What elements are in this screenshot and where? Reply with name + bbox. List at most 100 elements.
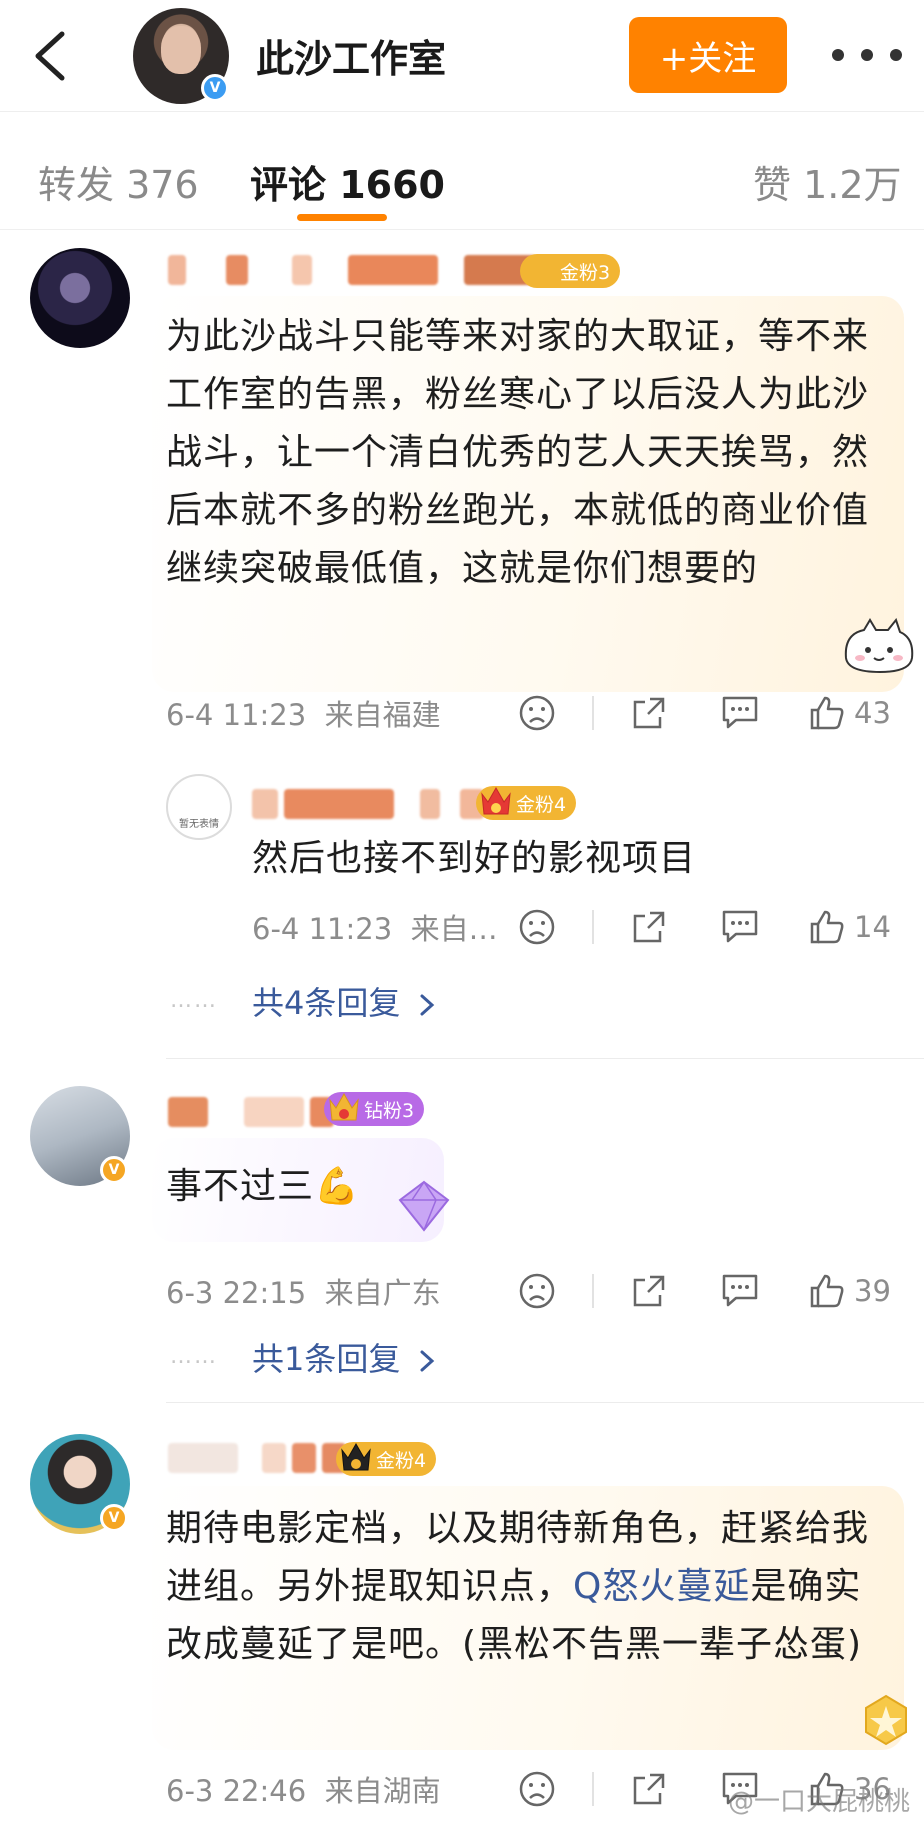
reply-dots: …… <box>170 988 218 1013</box>
separator <box>592 1274 594 1308</box>
share-button[interactable] <box>630 902 668 952</box>
account-name[interactable]: 此沙工作室 <box>256 28 446 83</box>
avatar-placeholder-text: 暂无表情 <box>179 819 219 830</box>
tab-bar: 转发 376 评论 1660 赞 1.2万 <box>0 112 924 230</box>
verified-icon: V <box>201 74 229 102</box>
sub-reply-avatar[interactable]: 暂无表情 <box>166 774 232 840</box>
fan-badge-label: 金粉4 <box>516 793 567 816</box>
comment-item: 金粉3 为此沙战斗只能等来对家的大取证，等不来工作室的告黑，粉丝寒心了以后没人为… <box>0 230 924 1059</box>
share-button[interactable] <box>630 688 668 738</box>
active-tab-indicator <box>297 214 387 221</box>
avatar-face <box>161 26 201 74</box>
comment-text: 为此沙战斗只能等来对家的大取证，等不来工作室的告黑，粉丝寒心了以后没人为此沙战斗… <box>166 316 870 589</box>
blur-block <box>420 789 440 819</box>
more-options-icon[interactable] <box>832 40 902 70</box>
chevron-right-icon <box>420 994 434 1016</box>
fan-badge-label: 钻粉3 <box>364 1099 415 1122</box>
dislike-button[interactable] <box>518 902 556 952</box>
crown-icon <box>329 1092 359 1121</box>
blur-block <box>168 255 186 285</box>
like-count: 14 <box>854 910 891 944</box>
share-icon <box>633 911 665 943</box>
share-icon <box>633 1275 665 1307</box>
view-replies-label: 共1条回复 <box>252 1340 401 1378</box>
blur-block <box>292 255 312 285</box>
comment-text: 期待电影定档，以及期待新角色，赶紧给我进组。另外提取知识点，Q怒火蔓延是确实改成… <box>166 1500 894 1674</box>
blur-block <box>348 255 438 285</box>
tab-comments[interactable]: 评论 1660 <box>250 154 445 209</box>
dislike-button[interactable] <box>518 1266 556 1316</box>
fan-badge-label: 金粉3 <box>560 261 611 284</box>
star-sticker-icon <box>865 1694 907 1746</box>
commenter-avatar[interactable]: V <box>30 1086 130 1186</box>
commenter-name-blurred[interactable] <box>168 1094 334 1130</box>
tab-likes[interactable]: 赞 1.2万 <box>753 154 902 209</box>
thumbs-up-icon <box>810 1274 844 1308</box>
comment-bubble-icon <box>722 696 758 729</box>
reply-button[interactable] <box>720 688 760 738</box>
back-button[interactable] <box>30 28 80 84</box>
blur-block <box>252 789 278 819</box>
blur-block <box>226 255 248 285</box>
reply-button[interactable] <box>720 1266 760 1316</box>
blur-block <box>244 1097 304 1127</box>
dislike-button[interactable] <box>518 688 556 738</box>
account-avatar[interactable]: V <box>133 8 229 104</box>
fan-level-badge: 金粉4 <box>336 1442 437 1476</box>
crown-icon <box>481 786 511 815</box>
view-replies-link[interactable]: 共1条回复 <box>252 1334 437 1380</box>
follow-button[interactable]: +关注 <box>629 17 787 93</box>
commenter-name-blurred[interactable] <box>168 1440 346 1476</box>
blur-block <box>292 1443 316 1473</box>
sad-face-icon <box>519 695 555 731</box>
cat-sticker-icon <box>844 618 914 674</box>
like-count: 43 <box>854 696 891 730</box>
view-replies-label: 共4条回复 <box>252 984 401 1022</box>
divider <box>166 1058 924 1059</box>
chevron-right-icon <box>420 1350 434 1372</box>
separator <box>592 910 594 944</box>
like-button[interactable]: 43 <box>808 688 891 738</box>
more-dot <box>861 49 873 61</box>
dislike-button[interactable] <box>518 1764 556 1814</box>
blur-block <box>168 1443 238 1473</box>
like-count: 39 <box>854 1274 891 1308</box>
thumbs-up-icon <box>810 696 844 730</box>
reply-dots: …… <box>170 1344 218 1369</box>
sub-reply-name-blurred[interactable]: 1 <box>252 786 507 822</box>
topic-link[interactable]: Q怒火蔓延 <box>573 1566 750 1607</box>
commenter-avatar[interactable] <box>30 248 130 348</box>
blur-block <box>168 1097 208 1127</box>
fan-badge-label: 金粉4 <box>376 1449 427 1472</box>
fan-level-badge: 钻粉3 <box>324 1092 425 1126</box>
separator <box>592 1772 594 1806</box>
verified-icon: V <box>100 1504 128 1532</box>
share-button[interactable] <box>630 1764 668 1814</box>
sad-face-icon <box>519 909 555 945</box>
share-icon <box>633 697 665 729</box>
share-icon <box>633 1773 665 1805</box>
comment-text: 事不过三💪 <box>166 1166 360 1207</box>
sad-face-icon <box>519 1771 555 1807</box>
share-button[interactable] <box>630 1266 668 1316</box>
more-dot <box>832 49 844 61</box>
commenter-avatar[interactable]: V <box>30 1434 130 1534</box>
comment-bubble-icon <box>722 1274 758 1307</box>
comment-bubble-icon <box>722 910 758 943</box>
more-dot <box>890 49 902 61</box>
comment-item: V 金粉4 期待电影定档，以及期待新角色，赶紧给我进组。另外提取知识点，Q怒火蔓… <box>0 1410 924 1834</box>
tab-reposts[interactable]: 转发 376 <box>38 154 199 209</box>
commenter-name-blurred[interactable] <box>168 252 536 288</box>
blur-block <box>262 1443 286 1473</box>
like-button[interactable]: 39 <box>808 1266 891 1316</box>
comment-actions: 39 <box>0 1266 924 1316</box>
like-button[interactable]: 14 <box>808 902 891 952</box>
diamond-sticker-icon <box>398 1180 450 1232</box>
fan-level-badge: 金粉4 <box>476 786 577 820</box>
view-replies-link[interactable]: 共4条回复 <box>252 978 437 1024</box>
thumbs-up-icon <box>810 910 844 944</box>
blur-block <box>284 789 394 819</box>
top-bar: V 此沙工作室 +关注 <box>0 0 924 112</box>
reply-button[interactable] <box>720 902 760 952</box>
verified-icon: V <box>100 1156 128 1184</box>
